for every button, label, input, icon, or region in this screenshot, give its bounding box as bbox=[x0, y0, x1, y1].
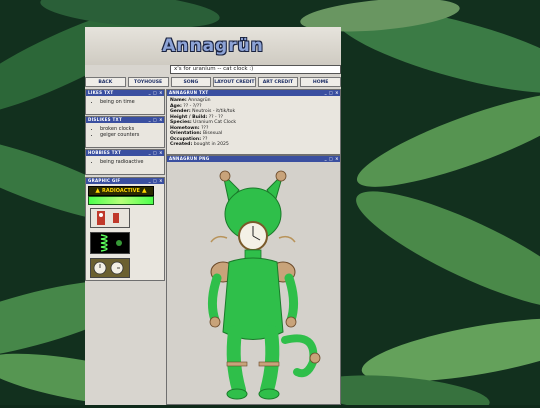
gifs-panel: GRAPHIC GIF _ □ × ▲ RADIOACTIVE ▲ bbox=[85, 177, 165, 281]
cat-clock-gif bbox=[90, 208, 130, 228]
hazard-icon: ▲ bbox=[141, 187, 147, 194]
nav-home-button[interactable]: HOME bbox=[300, 77, 342, 87]
list-item: being radioactive bbox=[100, 159, 160, 165]
window-controls[interactable]: _ □ × bbox=[325, 90, 339, 96]
likes-title: LIKES TXT bbox=[88, 90, 114, 95]
radioactive-banner: ▲ RADIOACTIVE ▲ bbox=[88, 186, 154, 196]
site-title: Annagrün bbox=[162, 36, 264, 56]
image-panel: ANNAGRUN PNG _ □ × bbox=[166, 155, 341, 405]
hazard-icon: ▲ bbox=[95, 187, 101, 194]
info-row: Created: bought in 2025 bbox=[170, 142, 229, 147]
window-controls[interactable]: _ □ × bbox=[149, 90, 163, 96]
spring-gif bbox=[90, 232, 130, 254]
list-item: geiger counters bbox=[100, 132, 160, 138]
info-title: ANNAGRUN TXT bbox=[169, 90, 209, 95]
nav-bar: BACK TOYHOUSE SONG LAYOUT CREDIT ART CRE… bbox=[85, 77, 342, 87]
nav-back-button[interactable]: BACK bbox=[85, 77, 126, 87]
profile-page: Annagrün x's for uranium -- cat clock :)… bbox=[85, 27, 342, 405]
window-controls[interactable]: _ □ × bbox=[149, 117, 163, 123]
dislikes-title: DISLIKES TXT bbox=[88, 117, 122, 122]
hobbies-panel: HOBBIES TXT _ □ × being radioactive bbox=[85, 149, 165, 175]
nav-toyhouse-button[interactable]: TOYHOUSE bbox=[127, 77, 169, 87]
character-illustration bbox=[207, 170, 321, 400]
marquee-box: x's for uranium -- cat clock :) bbox=[170, 65, 341, 74]
dislikes-panel: DISLIKES TXT _ □ × broken clocks geiger … bbox=[85, 116, 165, 148]
window-controls[interactable]: _ □ × bbox=[325, 156, 339, 162]
image-title: ANNAGRUN PNG bbox=[169, 156, 210, 161]
clock-face-gif bbox=[90, 258, 130, 278]
list-item: being on time bbox=[100, 99, 160, 105]
info-panel: ANNAGRUN TXT _ □ × Name: Annagrün Age: ?… bbox=[166, 89, 341, 155]
window-controls[interactable]: _ □ × bbox=[149, 150, 163, 156]
green-glow-gif bbox=[88, 196, 154, 205]
radioactive-label: RADIOACTIVE bbox=[102, 188, 140, 194]
nav-song-button[interactable]: SONG bbox=[170, 77, 212, 87]
title-banner: Annagrün bbox=[85, 27, 341, 65]
nav-layout-credit-button[interactable]: LAYOUT CREDIT bbox=[213, 77, 256, 87]
nav-art-credit-button[interactable]: ART CREDIT bbox=[257, 77, 299, 87]
gifs-title: GRAPHIC GIF bbox=[88, 178, 121, 183]
hobbies-title: HOBBIES TXT bbox=[88, 150, 122, 155]
likes-panel: LIKES TXT _ □ × being on time bbox=[85, 89, 165, 115]
